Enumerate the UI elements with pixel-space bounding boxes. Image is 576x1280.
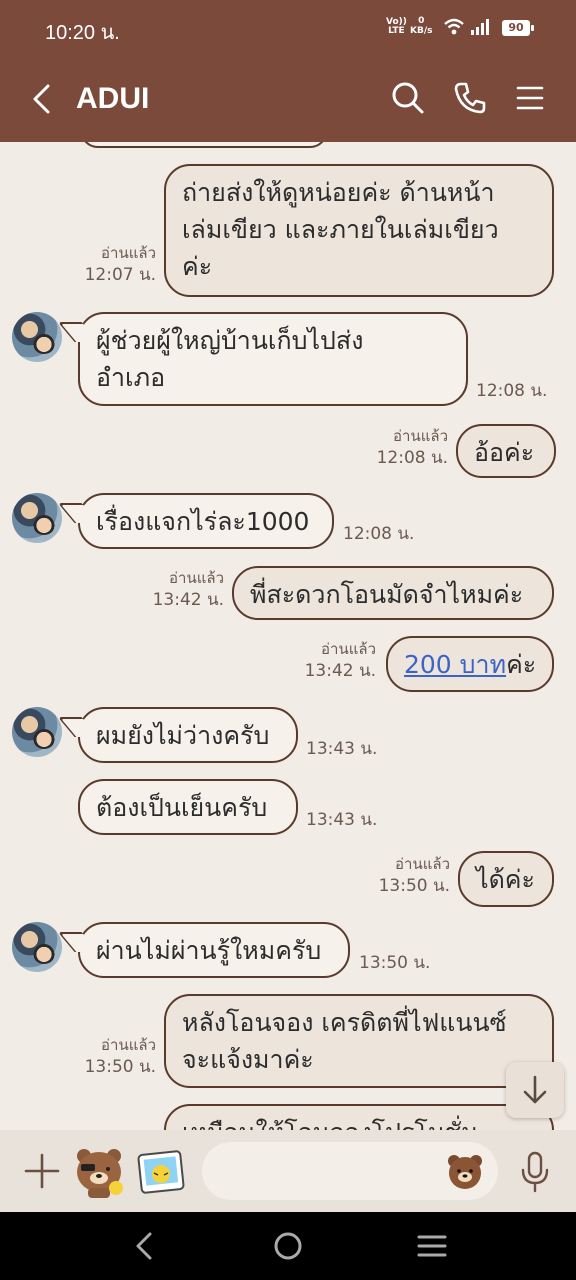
chat-messages[interactable]: อ่านแล้ว 12:07 น. ถ่ายส่งให้ดูหน่อยค่ะ ด…	[0, 142, 576, 1130]
status-time: 10:20 น.	[45, 22, 120, 44]
scroll-to-bottom-button[interactable]	[506, 1062, 564, 1118]
message-bubble-outgoing[interactable]: 200 บาทค่ะ	[386, 636, 554, 692]
avatar[interactable]	[12, 707, 62, 757]
message-text-line: ผ่านไม่ผ่านรู้ใหมครับ	[96, 936, 322, 965]
message-bubble-outgoing[interactable]: หลังโอนจอง เครดิตพี่ไฟแนนซ์ จะแจ้งมาค่ะ	[164, 994, 554, 1088]
message-text-line: ผู้ช่วยผู้ใหญ่บ้านเก็บไปส่ง	[96, 326, 364, 355]
message-bubble-outgoing[interactable]: ถ่ายส่งให้ดูหน่อยค่ะ ด้านหน้า เล่มเขียว …	[164, 164, 554, 297]
message-text-line: พี่สะดวกโอนมัดจำไหมค่ะ	[250, 580, 524, 609]
message-bubble-incoming[interactable]: ผู้ช่วยผู้ใหญ่บ้านเก็บไปส่ง อำเภอ	[78, 312, 468, 406]
message-meta: อ่านแล้ว 12:07 น.	[85, 242, 156, 286]
network-speed-unit: KB/s	[410, 26, 433, 36]
status-bar: 10:20 น. Vo)) LTE 0 KB/s 90	[0, 0, 576, 56]
back-arrow-icon[interactable]	[26, 80, 60, 118]
microphone-icon[interactable]	[518, 1150, 552, 1194]
message-bubble-incoming[interactable]: ผมยังไม่ว่างครับ	[78, 707, 298, 763]
nav-recents-icon[interactable]	[414, 1228, 450, 1264]
menu-icon[interactable]	[512, 80, 548, 116]
volte-bottom-text: LTE	[388, 26, 405, 36]
battery-indicator: 90	[502, 20, 534, 36]
message-meta: อ่านแล้ว 13:42 น.	[153, 567, 224, 611]
network-speed-value: 0	[418, 16, 425, 26]
message-text-line: เหมือนให้โอนจองโปรโมชั่น	[182, 1114, 536, 1130]
message-bubble-incoming[interactable]: ต้องเป็นเย็นครับ	[78, 779, 298, 835]
message-text-line: จะแจ้งมาค่ะ	[182, 1045, 314, 1074]
avatar[interactable]	[12, 312, 62, 362]
plus-icon[interactable]	[22, 1151, 62, 1191]
message-text-line: ผมยังไม่ว่างครับ	[96, 721, 270, 750]
message-text-line: ค่ะ	[182, 252, 213, 281]
message-time: 13:50 น.	[359, 953, 431, 973]
message-time: 13:42 น.	[152, 590, 224, 610]
message-bubble-incoming[interactable]: เรื่องแจกไร่ละ1000	[78, 493, 334, 549]
read-receipt: อ่านแล้ว	[101, 1036, 156, 1054]
message-input-bar	[0, 1130, 576, 1212]
message-time: 13:50 น.	[378, 876, 450, 896]
chat-title: ADUI	[76, 82, 150, 115]
photo-sticker-icon[interactable]	[136, 1147, 186, 1197]
search-icon[interactable]	[390, 80, 426, 116]
read-receipt: อ่านแล้ว	[101, 244, 156, 262]
chat-header: ADUI	[0, 56, 576, 142]
volte-indicator: Vo)) LTE	[386, 18, 407, 36]
nav-back-icon[interactable]	[126, 1228, 162, 1264]
message-bubble-outgoing[interactable]: พี่สะดวกโอนมัดจำไหมค่ะ	[232, 566, 554, 620]
message-text-suffix: ค่ะ	[506, 650, 537, 679]
arrow-down-icon	[523, 1075, 547, 1104]
wifi-icon	[444, 18, 464, 35]
bear-emoji-icon[interactable]	[446, 1152, 484, 1190]
phone-icon[interactable]	[452, 80, 488, 116]
nav-home-icon[interactable]	[270, 1228, 306, 1264]
message-time: 13:43 น.	[306, 810, 378, 830]
message-time: 13:50 น.	[84, 1057, 156, 1077]
message-text-line: เล่มเขียว และภายในเล่มเขียว	[182, 215, 499, 244]
read-receipt: อ่านแล้ว	[321, 640, 376, 658]
message-bubble-partial-top	[80, 142, 328, 148]
read-receipt: อ่านแล้ว	[169, 569, 224, 587]
message-text-line: หลังโอนจอง เครดิตพี่ไฟแนนซ์	[182, 1008, 507, 1037]
message-meta: อ่านแล้ว 12:08 น.	[377, 425, 448, 469]
message-text-line: ได้ค่ะ	[476, 865, 535, 894]
brown-bear-sticker-icon[interactable]	[70, 1142, 128, 1200]
message-time: 13:42 น.	[304, 661, 376, 681]
message-meta: อ่านแล้ว 13:42 น.	[305, 638, 376, 682]
message-time: 12:08 น.	[476, 381, 548, 401]
message-time: 12:07 น.	[84, 265, 156, 285]
read-receipt: อ่านแล้ว	[395, 855, 450, 873]
message-link[interactable]: 200 บาท	[404, 650, 506, 679]
system-nav-bar	[0, 1212, 576, 1280]
message-meta: อ่านแล้ว 13:50 น.	[379, 853, 450, 897]
message-bubble-outgoing-partial[interactable]: เหมือนให้โอนจองโปรโมชั่น	[164, 1104, 554, 1130]
message-bubble-outgoing[interactable]: ได้ค่ะ	[458, 851, 554, 907]
message-bubble-incoming[interactable]: ผ่านไม่ผ่านรู้ใหมครับ	[78, 922, 350, 978]
avatar[interactable]	[12, 493, 62, 543]
message-time: 12:08 น.	[376, 448, 448, 468]
message-text-line: เรื่องแจกไร่ละ1000	[96, 507, 310, 536]
read-receipt: อ่านแล้ว	[393, 427, 448, 445]
avatar[interactable]	[12, 922, 62, 972]
network-speed: 0 KB/s	[410, 16, 432, 36]
message-meta: อ่านแล้ว 13:50 น.	[85, 1034, 156, 1078]
message-time: 13:43 น.	[306, 739, 378, 759]
message-text-line: ต้องเป็นเย็นครับ	[96, 793, 268, 822]
message-text-line: อ้อค่ะ	[474, 438, 535, 467]
top-bar: 10:20 น. Vo)) LTE 0 KB/s 90 ADUI	[0, 0, 576, 142]
message-text-line: ถ่ายส่งให้ดูหน่อยค่ะ ด้านหน้า	[182, 178, 495, 207]
message-time: 12:08 น.	[343, 524, 415, 544]
message-bubble-outgoing[interactable]: อ้อค่ะ	[456, 424, 556, 478]
signal-icon	[471, 19, 489, 35]
message-text-line: อำเภอ	[96, 363, 166, 392]
